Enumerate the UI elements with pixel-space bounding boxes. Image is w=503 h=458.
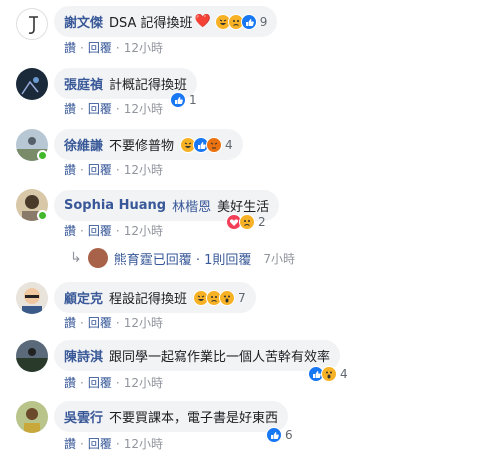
reactions[interactable]: 9 [214,12,268,32]
timestamp[interactable]: 12小時 [124,314,163,331]
reactions[interactable]: 7 [193,288,246,308]
reply-link[interactable]: 回覆 [88,161,112,178]
reaction-count: 2 [258,215,266,229]
reply-link[interactable]: 回覆 [88,222,112,239]
comment-actions: 讚 · 回覆 · 12小時 [64,39,163,56]
timestamp[interactable]: 12小時 [124,435,163,452]
replies-link[interactable]: 熊育霆已回覆 · 1則回覆 [114,249,252,268]
comment-actions: 讚 · 回覆 · 12小時 [64,374,163,391]
reaction-count: 6 [285,428,293,442]
angry-reaction-icon [206,136,223,153]
comment-actions: 讚 · 回覆 · 12小時 [64,100,163,117]
comment-text: DSA 記得換班 [109,16,193,31]
comment-text: 程設記得換班 [109,292,188,307]
comment-bubble: 謝文傑 DSA 記得換班 ❤️ 9 [54,6,278,37]
avatar[interactable] [16,68,48,100]
commenter-name[interactable]: 陳詩淇 [64,346,103,365]
like-reaction-icon [266,427,282,443]
commenter-name[interactable]: 徐維謙 [64,135,103,154]
reply-link[interactable]: 回覆 [88,435,112,452]
replies-summary[interactable]: ↳ 熊育霆已回覆 · 1則回覆 7小時 [70,248,295,268]
reply-timestamp: 7小時 [263,251,296,266]
avatar[interactable] [16,8,48,40]
reply-link[interactable]: 回覆 [88,314,112,331]
commenter-name[interactable]: 謝文傑 [64,12,103,31]
comment-bubble: 陳詩淇 跟同學一起寫作業比一個人苦幹有效率 [54,340,341,371]
like-link[interactable]: 讚 [64,39,76,56]
reply-link[interactable]: 回覆 [88,100,112,117]
sad-reaction-icon [239,214,255,230]
online-indicator [37,210,48,221]
reaction-count: 1 [189,93,197,107]
reaction-count: 7 [238,290,246,305]
timestamp[interactable]: 12小時 [124,39,163,56]
reply-arrow-icon: ↳ [70,250,82,266]
comment-bubble: 徐維謙 不要修普物 4 [54,129,243,160]
avatar[interactable] [16,340,48,372]
like-link[interactable]: 讚 [64,161,76,178]
comment-bubble: 吳雲行 不要買課本，電子書是好東西 [54,401,289,432]
comment-actions: 讚 · 回覆 · 12小時 [64,161,163,178]
commenter-name[interactable]: 顧定克 [64,288,103,307]
like-link[interactable]: 讚 [64,222,76,239]
comment-text: 不要買課本，電子書是好東西 [109,411,279,426]
reaction-count: 4 [340,367,348,381]
comment-actions: 讚 · 回覆 · 12小時 [64,314,163,331]
reply-link[interactable]: 回覆 [88,39,112,56]
like-link[interactable]: 讚 [64,374,76,391]
reactions[interactable]: 4 [308,364,348,384]
commenter-name[interactable]: 吳雲行 [64,407,103,426]
heart-emoji: ❤️ [194,14,211,29]
reaction-count: 4 [225,137,233,152]
commenter-alt-name[interactable]: 林楷恩 [172,196,211,215]
commenter-name[interactable]: 張庭禎 [64,74,103,93]
wow-reaction-icon [321,366,337,382]
like-reaction-icon [240,13,257,30]
replier-avatar [87,248,108,268]
like-link[interactable]: 讚 [64,435,76,452]
comment-text: 不要修普物 [109,139,175,154]
timestamp[interactable]: 12小時 [124,161,163,178]
comment-bubble: 顧定克 程設記得換班 7 [54,282,256,313]
reactions[interactable]: 1 [170,90,197,110]
comment-actions: 讚 · 回覆 · 12小時 [64,222,163,239]
reply-link[interactable]: 回覆 [88,374,112,391]
like-link[interactable]: 讚 [64,314,76,331]
reactions[interactable]: 2 [226,212,266,232]
reactions[interactable]: 6 [266,425,293,445]
commenter-name[interactable]: Sophia Huang [64,198,166,213]
avatar[interactable] [16,282,48,314]
timestamp[interactable]: 12小時 [124,100,163,117]
like-link[interactable]: 讚 [64,100,76,117]
timestamp[interactable]: 12小時 [124,374,163,391]
avatar[interactable] [16,401,48,433]
online-indicator [37,150,48,161]
comment-actions: 讚 · 回覆 · 12小時 [64,435,163,452]
wow-reaction-icon [219,289,236,306]
timestamp[interactable]: 12小時 [124,222,163,239]
comment-text: 跟同學一起寫作業比一個人苦幹有效率 [109,350,331,365]
reaction-count: 9 [259,14,268,29]
reactions[interactable]: 4 [180,135,233,155]
like-reaction-icon [170,92,186,108]
